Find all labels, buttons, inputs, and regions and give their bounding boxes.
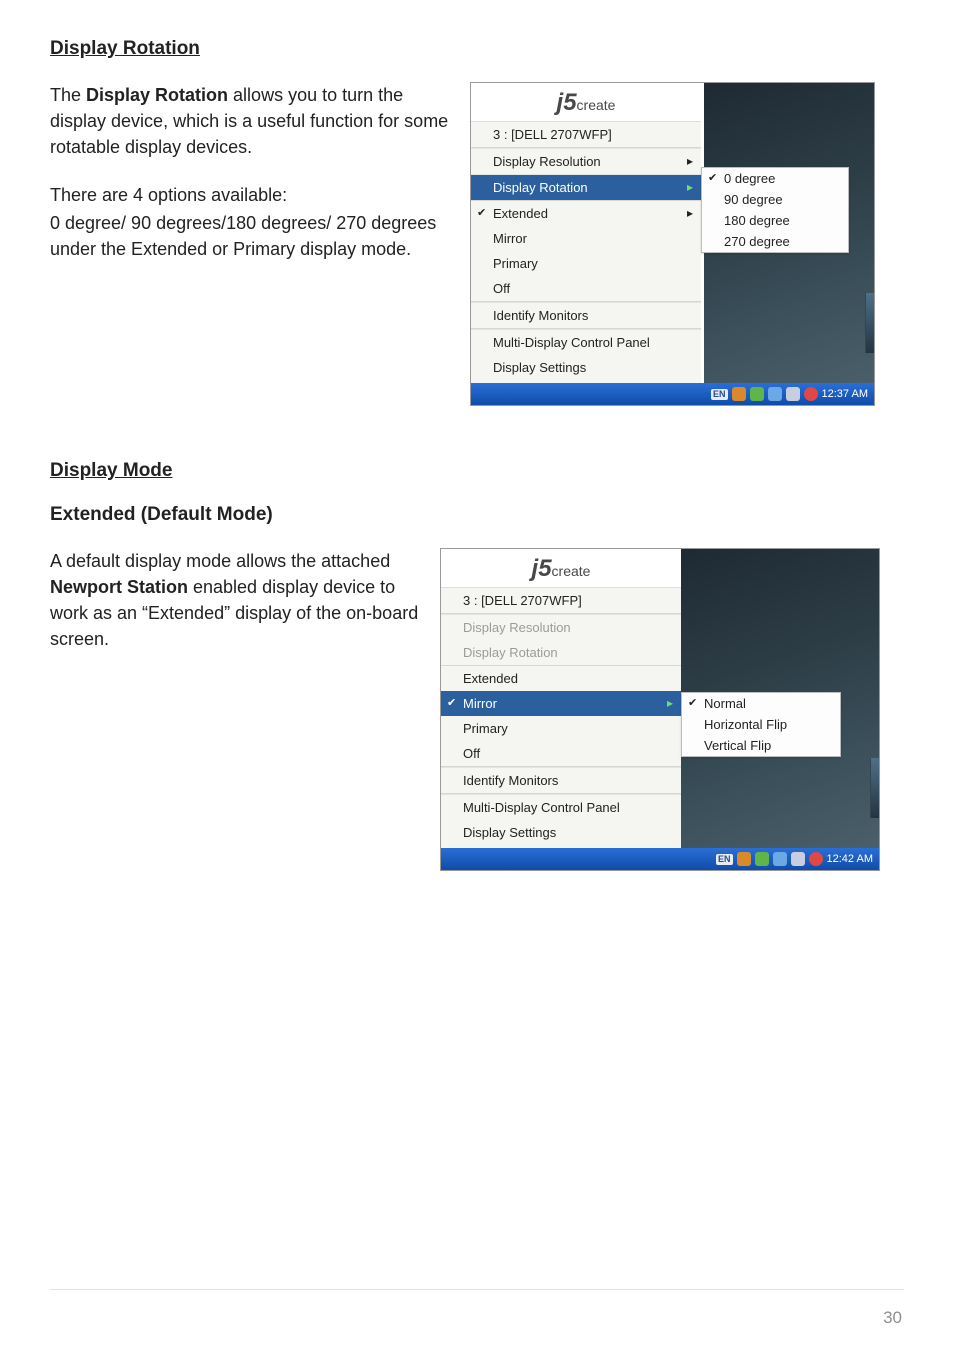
menu-item-off-2[interactable]: Off — [441, 741, 681, 766]
taskbar-2: EN 12:42 AM — [441, 848, 879, 870]
subheading-extended: Extended (Default Mode) — [50, 504, 904, 526]
menu-item-identify[interactable]: Identify Monitors — [471, 302, 701, 328]
logo-create-2: create — [552, 563, 591, 579]
p3: 0 degree/ 90 degrees/180 degrees/ 270 de… — [50, 210, 450, 262]
footer-divider — [50, 1289, 904, 1290]
taskbar-clock-2[interactable]: 12:42 AM — [827, 853, 873, 865]
logo-j5-2: j5 — [532, 555, 552, 582]
menu-item-rotation-2: Display Rotation — [441, 640, 681, 665]
menu-item-extended[interactable]: Extended — [471, 201, 701, 226]
tray-icon-1b[interactable] — [737, 852, 751, 866]
menu-item-title[interactable]: 3 : [DELL 2707WFP] — [471, 121, 701, 147]
submenu-rotation: 0 degree 90 degree 180 degree 270 degree — [701, 167, 849, 253]
s2-p1-bold: Newport Station — [50, 577, 188, 597]
volume-icon-b[interactable] — [773, 852, 787, 866]
menu-logo: j5create — [471, 83, 701, 121]
sub-item-vflip[interactable]: Vertical Flip — [682, 735, 840, 756]
p1-pre: The — [50, 85, 86, 105]
volume-icon[interactable] — [768, 387, 782, 401]
tray-icon-4b[interactable] — [809, 852, 823, 866]
taskbar-lang-2[interactable]: EN — [716, 854, 733, 865]
section1-text: The Display Rotation allows you to turn … — [50, 82, 450, 285]
tray-icon-3b[interactable] — [791, 852, 805, 866]
menu-item-rotation[interactable]: Display Rotation — [471, 174, 701, 200]
sub-item-normal[interactable]: Normal — [682, 693, 840, 714]
menu-item-settings-2[interactable]: Display Settings — [441, 820, 681, 848]
menu-item-extended-2[interactable]: Extended — [441, 666, 681, 691]
tray-icon-2b[interactable] — [755, 852, 769, 866]
menu-item-multi-2[interactable]: Multi-Display Control Panel — [441, 794, 681, 820]
sub-item-270deg[interactable]: 270 degree — [702, 231, 848, 252]
sub-item-0deg[interactable]: 0 degree — [702, 168, 848, 189]
tray-icon-2[interactable] — [750, 387, 764, 401]
tray-icon-1[interactable] — [732, 387, 746, 401]
context-menu: j5create 3 : [DELL 2707WFP] Display Reso… — [471, 83, 701, 383]
screenshot-rotation: j5create 3 : [DELL 2707WFP] Display Reso… — [470, 82, 875, 406]
menu-logo-2: j5create — [441, 549, 681, 587]
sub-item-90deg[interactable]: 90 degree — [702, 189, 848, 210]
menu-item-resolution[interactable]: Display Resolution — [471, 148, 701, 174]
taskbar: EN 12:37 AM — [471, 383, 874, 405]
sub-item-180deg[interactable]: 180 degree — [702, 210, 848, 231]
menu-item-off[interactable]: Off — [471, 276, 701, 301]
menu-item-resolution-2: Display Resolution — [441, 614, 681, 640]
section2-text: A default display mode allows the attach… — [50, 548, 420, 674]
menu-item-mirror-2[interactable]: Mirror — [441, 691, 681, 716]
context-menu-2: j5create 3 : [DELL 2707WFP] Display Reso… — [441, 549, 681, 848]
submenu-mirror: Normal Horizontal Flip Vertical Flip — [681, 692, 841, 757]
screenshot-mode: j5create 3 : [DELL 2707WFP] Display Reso… — [440, 548, 880, 871]
menu-item-multi[interactable]: Multi-Display Control Panel — [471, 329, 701, 355]
menu-item-identify-2[interactable]: Identify Monitors — [441, 767, 681, 793]
logo-j5: j5 — [557, 89, 577, 116]
page-number: 30 — [883, 1308, 902, 1328]
menu-item-title-2[interactable]: 3 : [DELL 2707WFP] — [441, 587, 681, 613]
tray-icon-3[interactable] — [786, 387, 800, 401]
menu-item-mirror[interactable]: Mirror — [471, 226, 701, 251]
menu-item-primary[interactable]: Primary — [471, 251, 701, 276]
taskbar-clock[interactable]: 12:37 AM — [822, 388, 868, 400]
menu-item-primary-2[interactable]: Primary — [441, 716, 681, 741]
s2-p1-pre: A default display mode allows the attach… — [50, 551, 390, 571]
section-heading-mode: Display Mode — [50, 460, 904, 482]
sub-item-hflip[interactable]: Horizontal Flip — [682, 714, 840, 735]
p1-bold: Display Rotation — [86, 85, 228, 105]
logo-create: create — [577, 97, 616, 113]
taskbar-lang[interactable]: EN — [711, 389, 728, 400]
p2: There are 4 options available: — [50, 182, 450, 208]
menu-item-settings[interactable]: Display Settings — [471, 355, 701, 383]
tray-icon-4[interactable] — [804, 387, 818, 401]
section-heading-rotation: Display Rotation — [50, 38, 904, 60]
